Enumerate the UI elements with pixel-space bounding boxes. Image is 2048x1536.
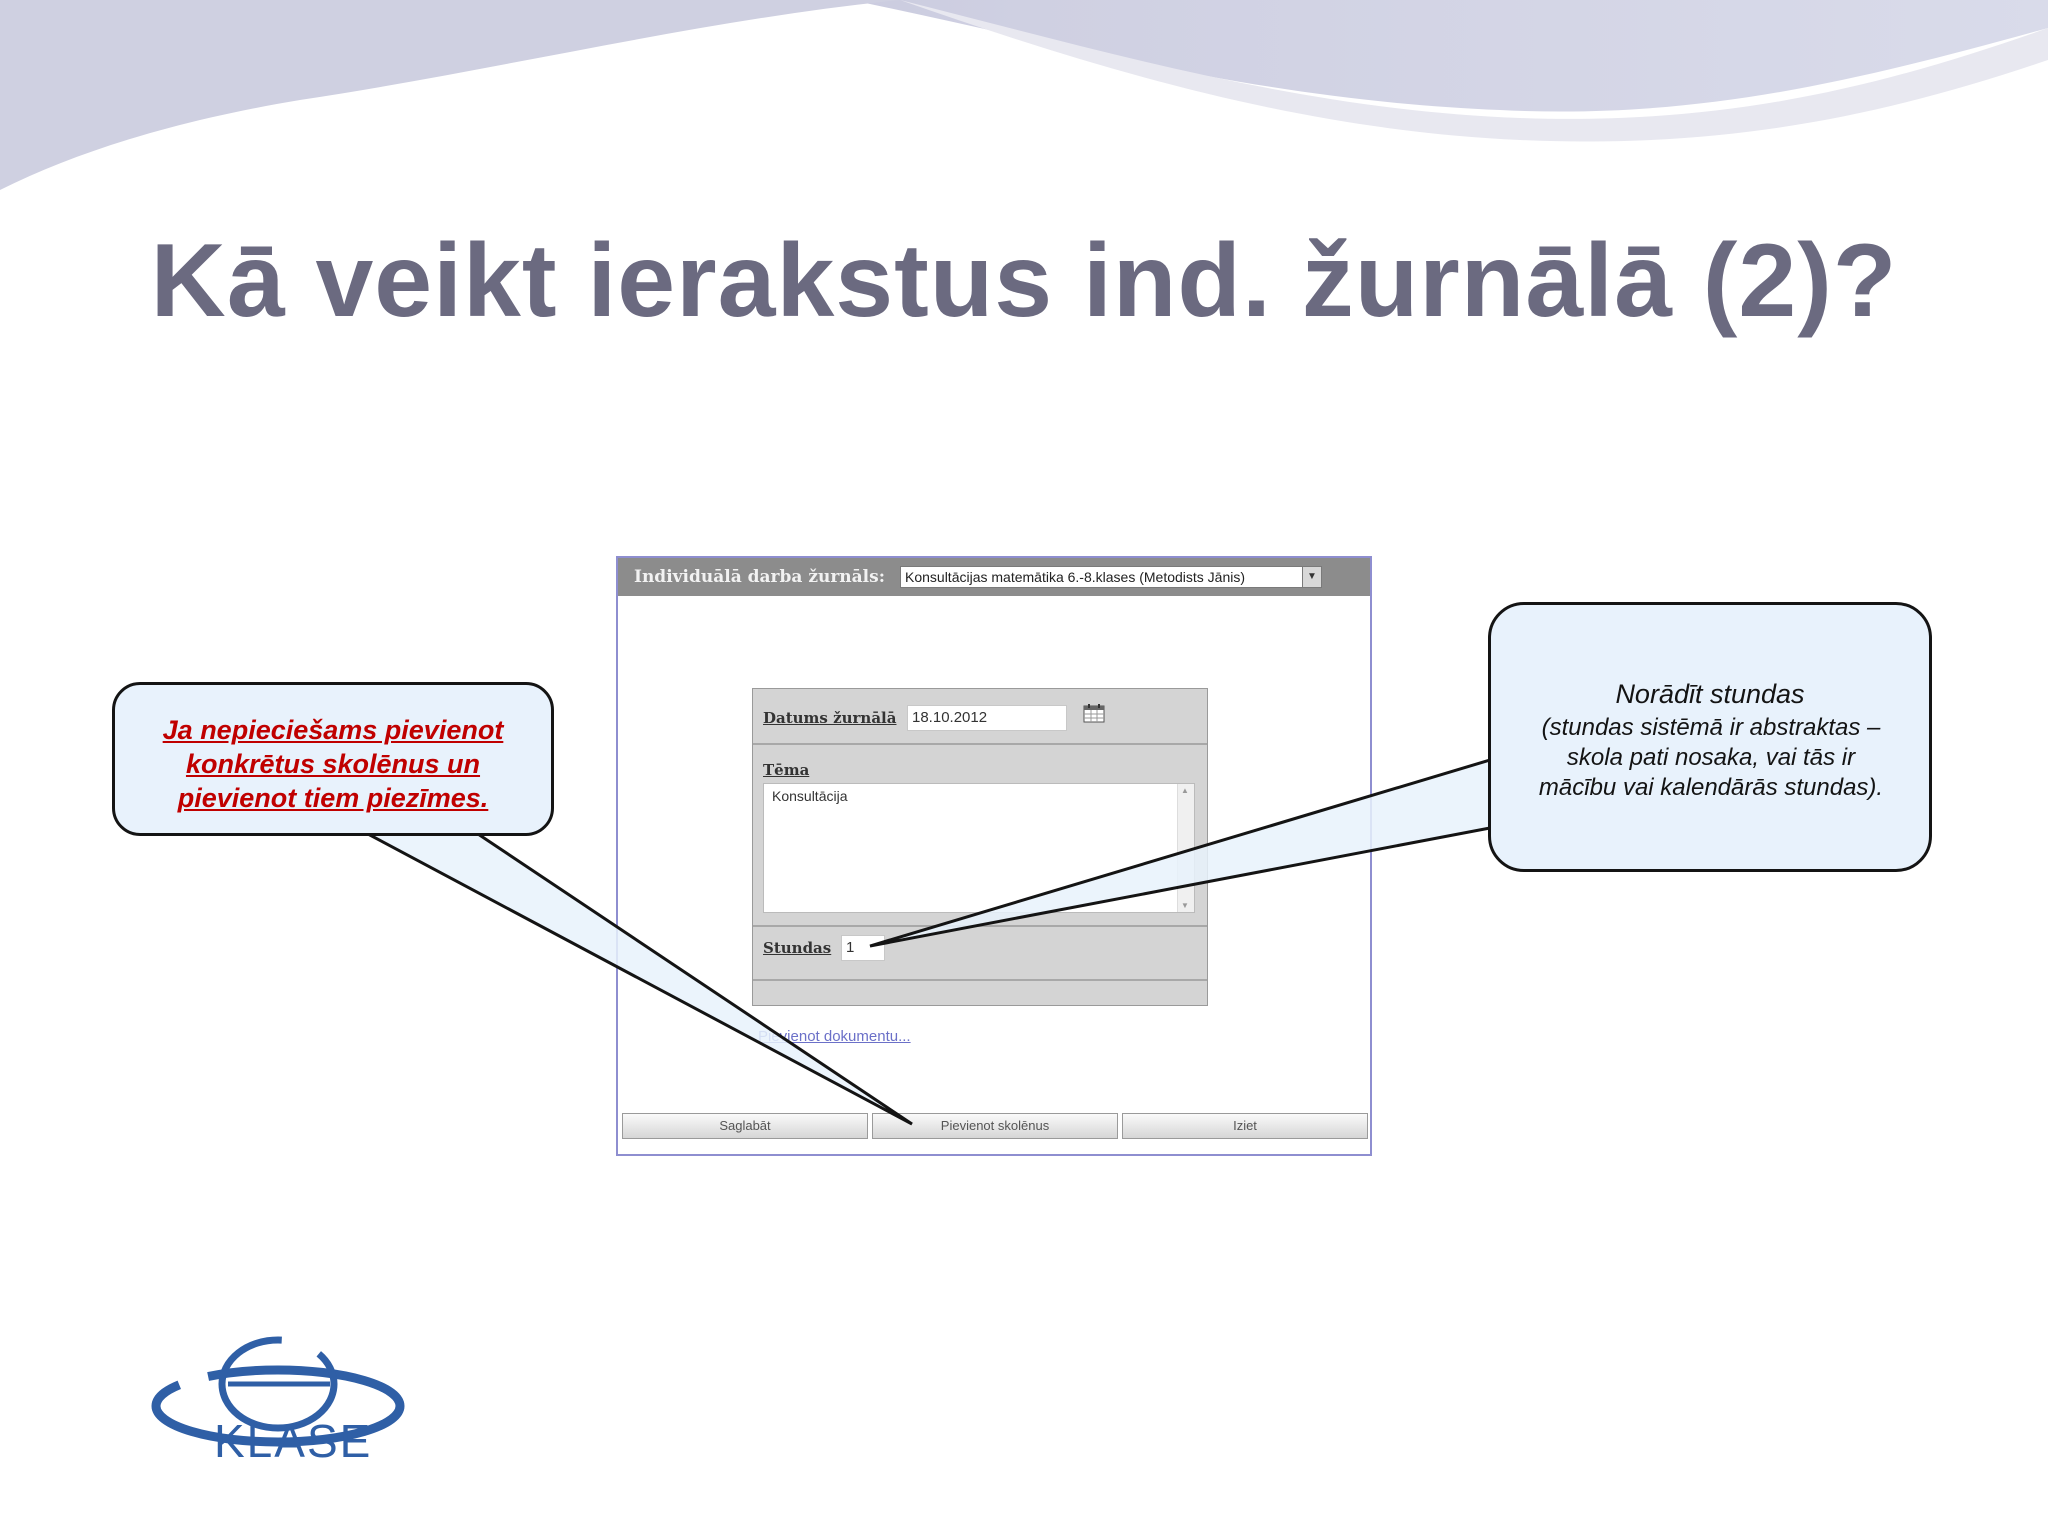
exit-button[interactable]: Iziet (1122, 1113, 1368, 1139)
hours-field[interactable]: 1 (841, 935, 885, 961)
topic-textarea[interactable]: Konsultācija ▲ ▼ (763, 783, 1195, 913)
attach-document-link[interactable]: Pievienot dokumentu... (758, 1028, 911, 1045)
callout-hours: Norādīt stundas (stundas sistēmā ir abst… (1488, 602, 1932, 872)
chevron-down-icon[interactable]: ▼ (1302, 567, 1321, 587)
journal-select[interactable]: Konsultācijas matemātika 6.-8.klases (Me… (900, 566, 1322, 588)
scroll-up-icon[interactable]: ▲ (1181, 786, 1189, 795)
callout-hours-body: (stundas sistēmā ir abstraktas – skola p… (1511, 713, 1911, 803)
save-button[interactable]: Saglabāt (622, 1113, 868, 1139)
form-divider (753, 925, 1207, 927)
calendar-icon[interactable] (1083, 703, 1105, 723)
entry-form: Datums žurnālā 18.10.2012 Tēma Konsultāc… (752, 688, 1208, 1006)
journal-header-bar: Individuālā darba žurnāls: Konsultācijas… (618, 558, 1370, 596)
journal-window: Individuālā darba žurnāls: Konsultācijas… (616, 556, 1372, 1156)
callout-line: skola pati nosaka, vai tās ir (1566, 744, 1856, 771)
callout-line: mācību vai kalendārās stundas). (1538, 774, 1884, 801)
add-students-button[interactable]: Pievienot skolēnus (872, 1113, 1118, 1139)
date-label: Datums žurnālā (763, 709, 897, 727)
journal-header-label: Individuālā darba žurnāls: (634, 567, 885, 587)
date-field[interactable]: 18.10.2012 (907, 705, 1067, 731)
topic-value: Konsultācija (772, 788, 848, 804)
callout-line: pievienot tiem piezīmes. (177, 783, 489, 813)
hours-label: Stundas (763, 939, 832, 957)
journal-select-value: Konsultācijas matemātika 6.-8.klases (Me… (905, 569, 1246, 585)
callout-add-students: Ja nepieciešams pievienot konkrētus skol… (112, 682, 554, 836)
textarea-scrollbar[interactable]: ▲ ▼ (1177, 784, 1194, 912)
logo-text: KLASE (214, 1415, 373, 1467)
callout-add-students-text: Ja nepieciešams pievienot konkrētus skol… (115, 713, 551, 815)
form-divider (753, 979, 1207, 981)
header-wave-decoration (0, 0, 2048, 190)
callout-line: Ja nepieciešams pievienot (162, 715, 504, 745)
scroll-down-icon[interactable]: ▼ (1181, 901, 1189, 910)
callout-line: konkrētus skolēnus un (185, 749, 481, 779)
callout-line: (stundas sistēmā ir abstraktas – (1541, 714, 1881, 741)
form-divider (753, 743, 1207, 745)
callout-hours-heading: Norādīt stundas (1615, 679, 1805, 709)
topic-label: Tēma (763, 761, 810, 779)
slide-title: Kā veikt ierakstus ind. žurnālā (2)? (150, 223, 1898, 339)
